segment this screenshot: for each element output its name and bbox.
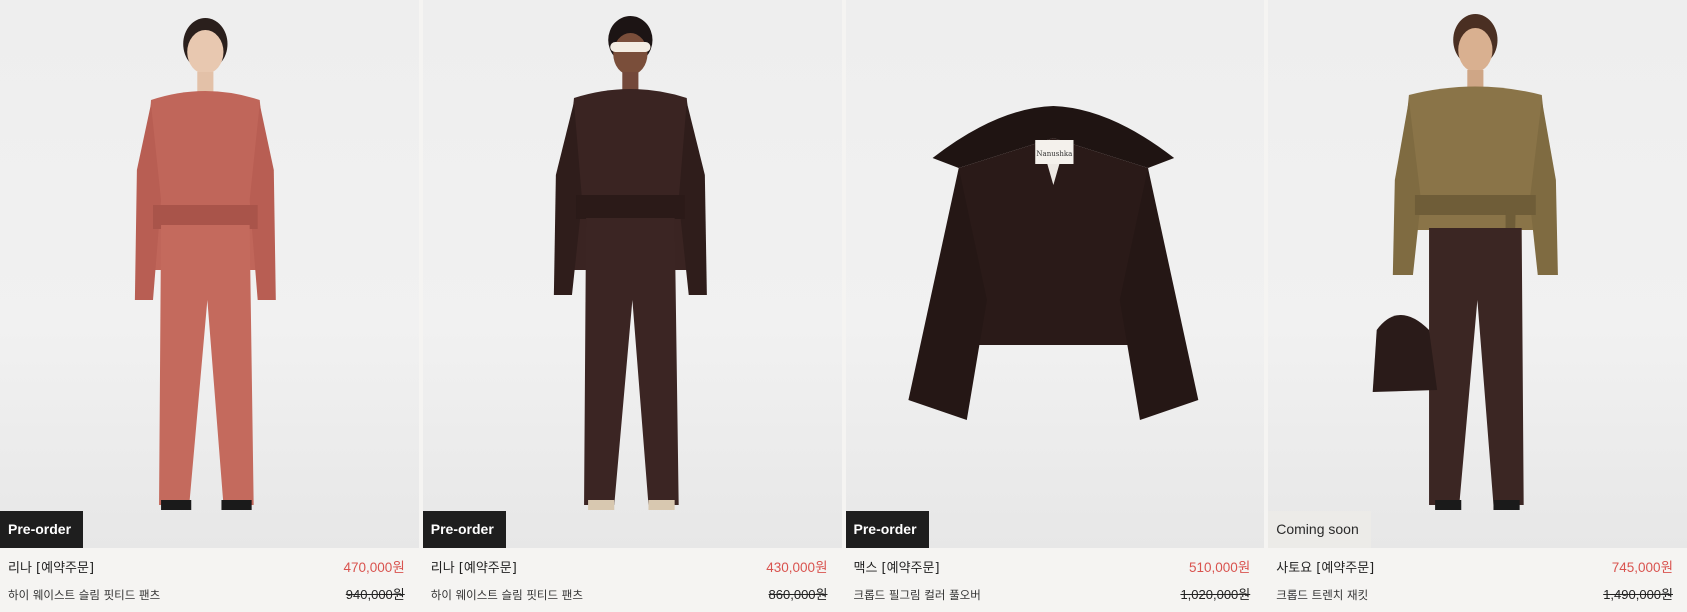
- product-image[interactable]: Coming soon: [1268, 0, 1687, 548]
- model-figure-trench-jacket: [1372, 14, 1559, 510]
- product-description: 하이 웨이스트 슬림 핏티드 팬츠: [430, 588, 583, 602]
- product-image[interactable]: Pre-order: [0, 0, 419, 548]
- product-card[interactable]: Nanushka Pre-order 맥스 [예약주문] 510,000원 크롭…: [845, 0, 1265, 612]
- sale-price: 745,000원: [1611, 560, 1673, 575]
- product-card[interactable]: Coming soon 사토요 [예약주문] 745,000원 크롭드 트렌치 …: [1268, 0, 1687, 612]
- brand-label-text: Nanushka: [1036, 149, 1072, 158]
- product-image[interactable]: Pre-order: [422, 0, 842, 548]
- original-price: 860,000원: [768, 587, 828, 602]
- product-name[interactable]: 맥스 [예약주문]: [854, 557, 940, 576]
- product-card[interactable]: Pre-order 리나 [예약주문] 470,000원 하이 웨이스트 슬림 …: [0, 0, 419, 612]
- product-info: 리나 [예약주문] 470,000원 하이 웨이스트 슬림 핏티드 팬츠 940…: [0, 548, 419, 603]
- product-info: 사토요 [예약주문] 745,000원 크롭드 트렌치 재킷 1,490,000…: [1268, 548, 1687, 603]
- product-card[interactable]: Pre-order 리나 [예약주문] 430,000원 하이 웨이스트 슬림 …: [422, 0, 842, 612]
- coming-soon-badge: Coming soon: [1268, 511, 1371, 548]
- pullover-product-shot: Nanushka: [907, 106, 1198, 420]
- sale-price: 470,000원: [343, 560, 405, 575]
- preorder-badge: Pre-order: [422, 511, 506, 548]
- model-figure-silk-pants: [134, 18, 276, 510]
- product-description: 크롭드 트렌치 재킷: [1276, 588, 1369, 602]
- product-info: 리나 [예약주문] 430,000원 하이 웨이스트 슬림 핏티드 팬츠 860…: [423, 548, 842, 603]
- original-price: 1,490,000원: [1603, 587, 1673, 602]
- preorder-badge: Pre-order: [845, 511, 929, 548]
- product-grid: Pre-order 리나 [예약주문] 470,000원 하이 웨이스트 슬림 …: [0, 0, 1687, 612]
- product-description: 크롭드 필그림 컬러 풀오버: [853, 588, 981, 602]
- product-description: 하이 웨이스트 슬림 핏티드 팬츠: [8, 588, 161, 602]
- original-price: 1,020,000원: [1180, 587, 1251, 602]
- product-name[interactable]: 리나 [예약주문]: [431, 557, 517, 576]
- model-figure-leather-pants: [553, 16, 707, 510]
- product-name[interactable]: 리나 [예약주문]: [8, 557, 94, 576]
- preorder-badge: Pre-order: [0, 511, 84, 548]
- product-image[interactable]: Nanushka Pre-order: [845, 0, 1265, 548]
- original-price: 940,000원: [345, 587, 405, 602]
- product-name[interactable]: 사토요 [예약주문]: [1276, 557, 1374, 576]
- sale-price: 430,000원: [766, 560, 828, 575]
- product-info: 맥스 [예약주문] 510,000원 크롭드 필그림 컬러 풀오버 1,020,…: [846, 548, 1265, 603]
- sale-price: 510,000원: [1189, 560, 1251, 575]
